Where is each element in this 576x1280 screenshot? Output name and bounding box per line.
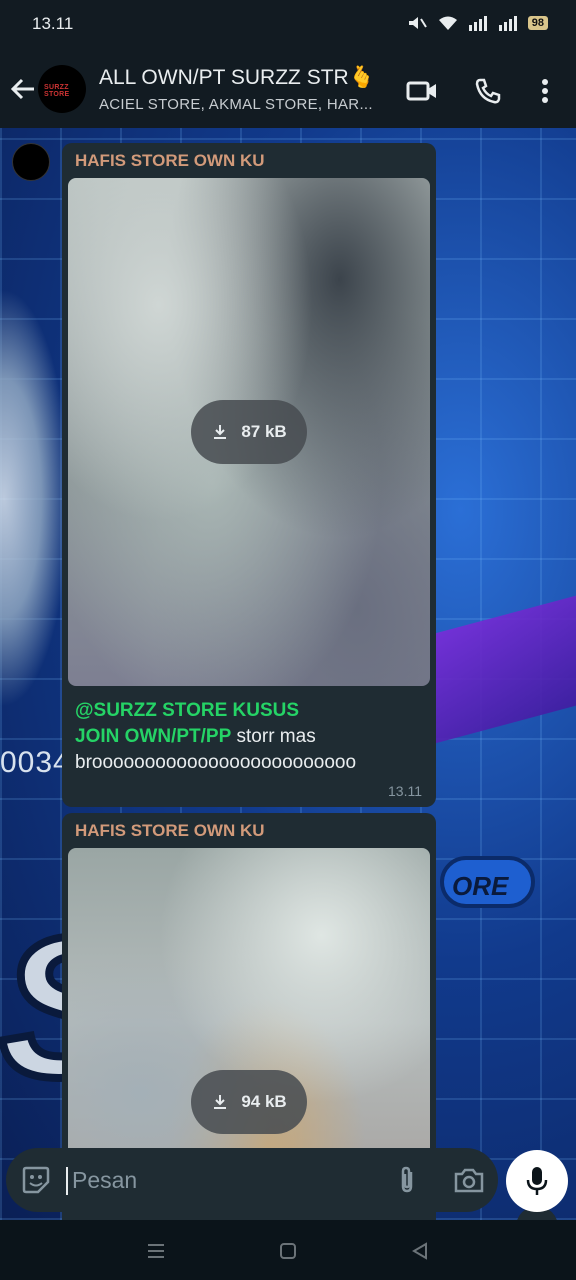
avatar-logo-text: SURZZ STORE: [44, 84, 70, 98]
triangle-back-icon: [412, 1242, 427, 1260]
image-thumbnail[interactable]: 94 kB: [68, 848, 430, 1198]
sender-name[interactable]: HAFIS STORE OWN KU: [75, 821, 265, 841]
sender-avatar[interactable]: [12, 143, 50, 181]
wallpaper-stripe: [430, 581, 576, 745]
recents-button[interactable]: [143, 1238, 169, 1264]
sticker-icon: [22, 1166, 50, 1194]
mention-link[interactable]: @SURZZ STORE KUSUS: [75, 700, 299, 721]
wallpaper-wolf-art: [0, 288, 70, 708]
menu-lines-icon: [148, 1244, 164, 1258]
wallpaper-number: 0034: [0, 746, 71, 779]
mute-icon: [408, 17, 427, 29]
status-icons: 98: [406, 14, 548, 32]
phone-icon: [475, 78, 501, 104]
message-bubble[interactable]: HAFIS STORE OWN KU 87 kB @SURZZ STORE KU…: [62, 143, 436, 807]
wifi-icon: [438, 16, 457, 30]
group-avatar[interactable]: SURZZ STORE: [38, 65, 86, 113]
download-button[interactable]: 94 kB: [191, 1070, 307, 1134]
chat-area[interactable]: 0034 ORE SZZ HAFIS STORE OWN KU 87 kB @S…: [0, 128, 576, 1220]
download-icon: [214, 1095, 227, 1109]
status-time: 13.11: [32, 14, 74, 33]
nav-back-button[interactable]: [407, 1238, 433, 1264]
emoji-button[interactable]: [20, 1164, 52, 1196]
group-members[interactable]: ACIEL STORE, AKMAL STORE, HAR...: [99, 96, 373, 113]
camera-icon: [454, 1168, 484, 1193]
back-arrow-icon: [10, 78, 34, 100]
battery-icon: 98: [527, 16, 548, 30]
system-nav-bar: [0, 1220, 576, 1280]
back-button[interactable]: [8, 74, 38, 104]
microphone-icon: [526, 1167, 548, 1195]
text-cursor: [66, 1167, 68, 1195]
home-square-icon: [280, 1243, 296, 1259]
video-camera-icon: [406, 81, 436, 101]
message-caption: @SURZZ STORE KUSUS JOIN OWN/PT/PP storr …: [75, 698, 425, 776]
menu-button[interactable]: [528, 74, 562, 108]
message-composer: [6, 1148, 498, 1212]
group-title[interactable]: ALL OWN/PT SURZZ STR🫰: [99, 66, 375, 90]
message-input[interactable]: [70, 1162, 372, 1198]
paperclip-icon: [401, 1166, 413, 1193]
signal-icon-2: [498, 16, 517, 31]
download-button[interactable]: 87 kB: [191, 400, 307, 464]
attach-button[interactable]: [391, 1164, 423, 1196]
download-size: 94 kB: [241, 1092, 287, 1111]
sender-name[interactable]: HAFIS STORE OWN KU: [75, 151, 265, 171]
voice-call-button[interactable]: [471, 74, 505, 108]
camera-button[interactable]: [452, 1164, 486, 1196]
voice-record-button[interactable]: [506, 1150, 568, 1212]
more-vertical-icon: [542, 79, 548, 103]
status-bar: 13.11 98: [0, 0, 576, 50]
home-button[interactable]: [275, 1238, 301, 1264]
wallpaper-store-badge: ORE: [440, 856, 535, 908]
image-thumbnail[interactable]: 87 kB: [68, 178, 430, 686]
message-time: 13.11: [388, 783, 422, 799]
chat-header: SURZZ STORE ALL OWN/PT SURZZ STR🫰 ACIEL …: [0, 50, 576, 128]
signal-icon: [468, 16, 487, 31]
download-icon: [214, 425, 227, 439]
mention-text: JOIN OWN/PT/PP: [75, 726, 232, 747]
video-call-button[interactable]: [405, 74, 439, 108]
download-size: 87 kB: [241, 422, 287, 441]
